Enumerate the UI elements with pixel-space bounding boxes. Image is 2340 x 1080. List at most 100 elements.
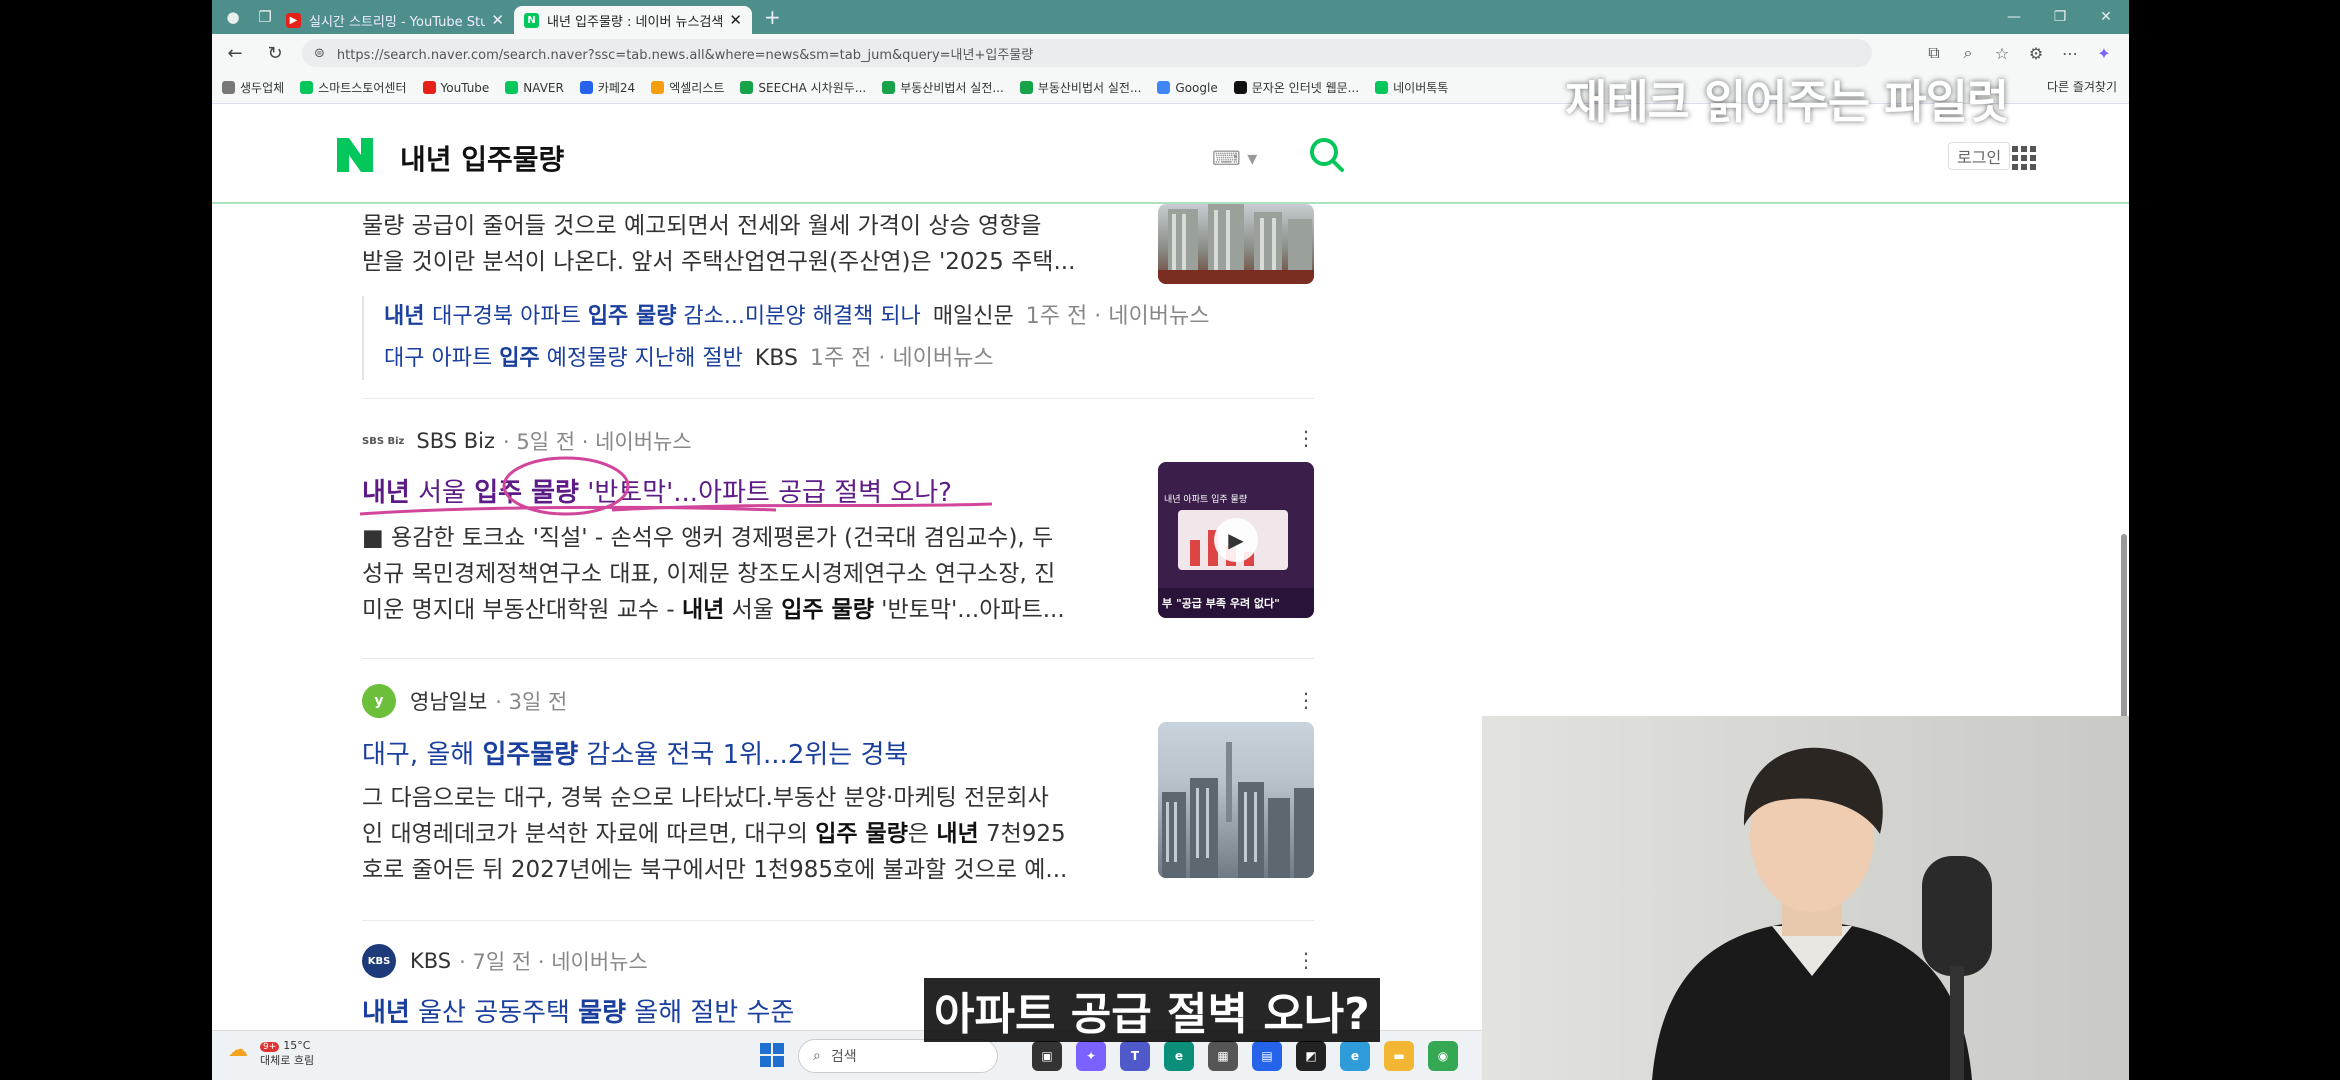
related-news-link[interactable]: 내년 대구경북 아파트 입주 물량 감소...미분양 해결책 되나: [384, 304, 921, 329]
search-icon: ⌕: [813, 1048, 821, 1064]
zoom-icon[interactable]: ⌕: [1951, 37, 1985, 69]
bookmark-label: 엑셀리스트: [669, 81, 725, 95]
news-thumbnail[interactable]: [1158, 204, 1314, 284]
news-meta: · 3일 전: [495, 690, 568, 714]
bookmark-item[interactable]: 문자온 인터넷 웹문...: [1233, 79, 1359, 96]
close-tab-icon[interactable]: ✕: [491, 11, 504, 29]
press-row[interactable]: y 영남일보 · 3일 전: [362, 684, 567, 718]
snippet-line: 성규 목민경제정책연구소 대표, 이제문 창조도시경제연구소 연구소장, 진: [362, 561, 1056, 587]
news-snippet[interactable]: 그 다음으로는 대구, 경북 순으로 나타났다.부동산 분양·마케팅 전문회사 …: [362, 780, 1142, 888]
teams-icon[interactable]: T: [1120, 1041, 1150, 1071]
press-name[interactable]: KBS: [410, 949, 451, 973]
bookmark-item[interactable]: 부동산비법서 실전...: [1019, 79, 1141, 96]
other-favorites-link[interactable]: 다른 즐겨찾기: [2047, 78, 2117, 95]
press-name[interactable]: KBS: [755, 346, 798, 371]
url-input[interactable]: ⊜ https://search.naver.com/search.naver?…: [302, 39, 1872, 67]
webcam-feed: [1482, 716, 2129, 1080]
more-options-icon[interactable]: ⋮: [1296, 688, 1316, 712]
snippet-line: 인 대영레데코가 분석한 자료에 따르면, 대구의 입주 물량은 내년 7천92…: [362, 816, 1142, 852]
news-snippet[interactable]: 물량 공급이 줄어들 것으로 예고되면서 전세와 월세 가격이 상승 영향을 받…: [362, 208, 1142, 280]
bookmark-item[interactable]: 부동산비법서 실전...: [882, 79, 1004, 96]
news-title-link[interactable]: 대구, 올해 입주물량 감소율 전국 1위...2위는 경북: [362, 734, 908, 771]
news-title-link[interactable]: 내년 울산 공동주택 물량 올해 절반 수준: [362, 992, 794, 1029]
more-options-icon[interactable]: ⋮: [1296, 948, 1316, 972]
calculator-icon[interactable]: ▦: [1208, 1041, 1238, 1071]
divider: [362, 920, 1314, 921]
bookmark-item[interactable]: Google: [1157, 81, 1218, 95]
read-aloud-icon[interactable]: ⧉: [1917, 37, 1951, 69]
excel-icon: [651, 81, 665, 94]
news-meta: · 7일 전 · 네이버뉴스: [459, 950, 648, 974]
press-row[interactable]: KBS KBS · 7일 전 · 네이버뉴스: [362, 944, 648, 978]
keyboard-icon[interactable]: ⌨ ▾: [1212, 146, 1257, 170]
realestate-icon: [1019, 81, 1033, 94]
weather-widget[interactable]: ☁ 9+ 15°C 대체로 흐림: [228, 1039, 314, 1068]
press-name[interactable]: 영남일보: [410, 686, 487, 716]
taskbar-search-input[interactable]: ⌕ 검색: [798, 1039, 998, 1073]
related-news-item[interactable]: 대구 아파트 입주 예정물량 지난해 절반 KBS 1주 전 · 네이버뉴스: [384, 338, 1209, 380]
profile-icon[interactable]: ●: [222, 6, 244, 28]
edge-dev-icon[interactable]: e: [1340, 1041, 1370, 1071]
naver-icon: [505, 81, 519, 94]
press-name[interactable]: 매일신문: [933, 304, 1014, 329]
play-icon[interactable]: ▶: [1214, 518, 1258, 562]
page-scrollbar[interactable]: [2121, 534, 2127, 744]
realestate-icon: [882, 81, 896, 94]
snippet-bold: 입주 물량: [781, 597, 874, 623]
store-icon[interactable]: ▤: [1252, 1041, 1282, 1071]
capture-icon[interactable]: ◩: [1296, 1041, 1326, 1071]
site-info-icon[interactable]: ⊜: [314, 46, 325, 61]
news-meta: · 5일 전 · 네이버뉴스: [503, 430, 692, 454]
divider: [362, 398, 1314, 399]
favorite-star-icon[interactable]: ☆: [1985, 37, 2019, 69]
close-window-icon[interactable]: ✕: [2083, 0, 2129, 34]
login-button[interactable]: 로그인: [1948, 142, 2011, 170]
task-view-icon[interactable]: ▣: [1032, 1041, 1062, 1071]
bookmark-item[interactable]: 스마트스토어센터: [300, 79, 407, 96]
subtitle-caption: 아파트 공급 절벽 오나?: [924, 978, 1380, 1042]
back-icon[interactable]: ←: [218, 36, 252, 70]
snippet-text: 인 대영레데코가 분석한 자료에 따르면, 대구의: [362, 821, 816, 847]
search-icon[interactable]: [1308, 136, 1346, 178]
edge-icon[interactable]: e: [1164, 1041, 1194, 1071]
close-tab-icon[interactable]: ✕: [729, 11, 742, 29]
file-explorer-icon[interactable]: ▬: [1384, 1041, 1414, 1071]
talktalk-icon: [1375, 81, 1389, 94]
copilot-app-icon[interactable]: ✦: [1076, 1041, 1106, 1071]
bookmark-item[interactable]: YouTube: [422, 81, 489, 95]
tab-youtube-studio[interactable]: ▶ 실시간 스트리밍 - YouTube Studio ✕: [276, 6, 514, 34]
chrome-icon[interactable]: ◉: [1428, 1041, 1458, 1071]
press-row[interactable]: SBS Biz SBS Biz · 5일 전 · 네이버뉴스: [362, 426, 692, 456]
extensions-icon[interactable]: ⚙: [2019, 37, 2053, 69]
temperature: 15°C: [283, 1039, 311, 1052]
maximize-icon[interactable]: ❐: [2037, 0, 2083, 34]
bookmark-item[interactable]: 카페24: [579, 79, 635, 96]
apps-grid-icon[interactable]: [2012, 146, 2036, 174]
copilot-icon[interactable]: ✦: [2087, 37, 2121, 69]
minimize-icon[interactable]: —: [1991, 0, 2037, 34]
new-tab-icon[interactable]: +: [764, 5, 781, 29]
bookmark-item[interactable]: 네이버톡톡: [1375, 79, 1448, 96]
press-name[interactable]: SBS Biz: [416, 429, 495, 453]
snippet-line: 그 다음으로는 대구, 경북 순으로 나타났다.부동산 분양·마케팅 전문회사: [362, 785, 1049, 811]
workspaces-icon[interactable]: ❐: [254, 6, 276, 28]
related-news-link[interactable]: 대구 아파트 입주 예정물량 지난해 절반: [384, 346, 743, 371]
windows-start-icon[interactable]: [760, 1043, 784, 1067]
search-query-text[interactable]: 내년 입주물량: [400, 138, 564, 178]
snippet-line: 받을 것이란 분석이 나온다. 앞서 주택산업연구원(주산연)은 '2025 주…: [362, 249, 1076, 275]
naver-logo-icon[interactable]: [337, 138, 373, 172]
bookmark-item[interactable]: SEECHA 시차원두...: [740, 79, 866, 96]
news-snippet[interactable]: ■ 용감한 토크쇼 '직설' - 손석우 앵커 경제평론가 (건국대 겸임교수)…: [362, 520, 1142, 628]
refresh-icon[interactable]: ↻: [258, 36, 292, 70]
more-menu-icon[interactable]: ⋯: [2053, 37, 2087, 69]
bookmark-item[interactable]: 엑셀리스트: [651, 79, 724, 96]
bookmark-item[interactable]: 생두업체: [222, 79, 284, 96]
video-thumbnail[interactable]: 내년 아파트 입주 물량 ▶ 부 "공급 부족 우려 없다": [1158, 462, 1314, 618]
sbs-biz-logo-icon: SBS Biz: [362, 435, 405, 447]
news-thumbnail[interactable]: [1158, 722, 1314, 878]
tab-naver-news[interactable]: N 내년 입주물량 : 네이버 뉴스검색 ✕: [514, 6, 752, 34]
bookmark-item[interactable]: NAVER: [505, 81, 564, 95]
link-bold: 입주: [499, 346, 540, 371]
more-options-icon[interactable]: ⋮: [1296, 426, 1316, 450]
related-news-item[interactable]: 내년 대구경북 아파트 입주 물량 감소...미분양 해결책 되나 매일신문 1주 …: [384, 296, 1209, 338]
